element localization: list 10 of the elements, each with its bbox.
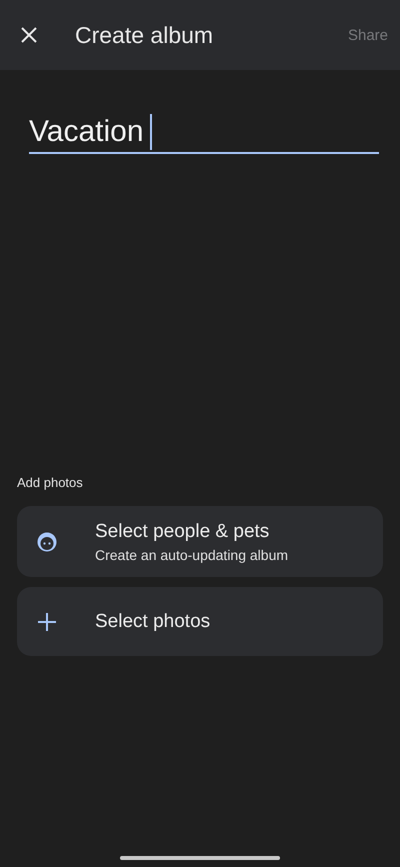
plus-icon <box>37 612 57 632</box>
select-photos-card[interactable]: Select photos <box>17 587 383 656</box>
album-title-text: Vacation <box>29 114 144 150</box>
album-title-field[interactable]: Vacation <box>29 114 379 154</box>
close-icon <box>20 26 38 44</box>
select-people-card[interactable]: Select people & pets Create an auto-updating album <box>17 506 383 577</box>
section-heading: Add photos <box>17 475 84 490</box>
face-icon <box>37 532 57 552</box>
screen-title: Create album <box>75 22 214 48</box>
text-cursor <box>150 114 152 150</box>
